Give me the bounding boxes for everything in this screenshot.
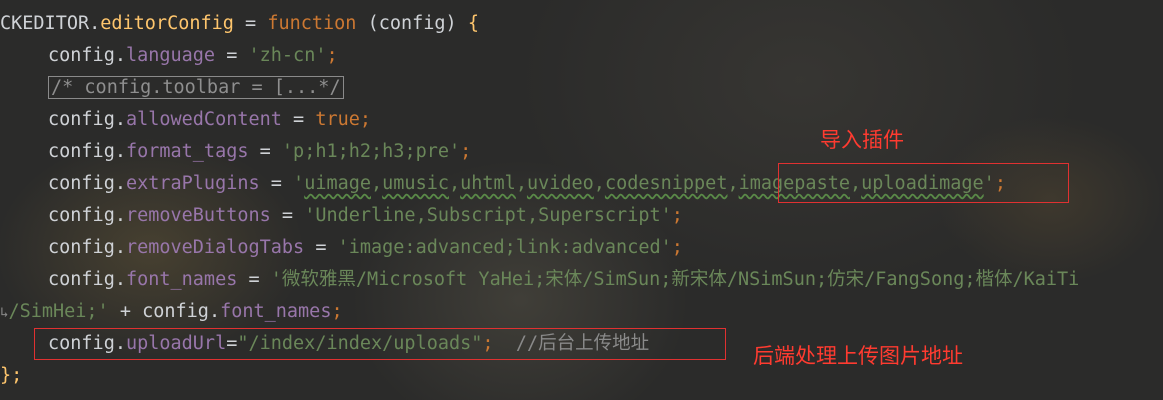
semicolon: ; (326, 45, 338, 66)
operator: = (248, 141, 282, 162)
block-comment: /* config.toolbar = [...*/ (48, 76, 344, 99)
comma: , (727, 173, 739, 194)
semicolon: ; (671, 237, 683, 258)
string-value: 'Underline,Subscript,Superscript' (304, 205, 672, 226)
property-name: language (125, 45, 216, 66)
object-name: config (48, 45, 115, 66)
operator: = (233, 13, 268, 34)
object-name: config (48, 109, 115, 130)
code-line-1: CKEDITOR.editorConfig = function (config… (0, 8, 479, 40)
property-name: format_tags (125, 141, 249, 162)
property-name: extraPlugins (125, 173, 260, 194)
operator: = (281, 109, 316, 130)
property-name: removeButtons (125, 205, 271, 226)
semicolon: ; (359, 109, 372, 130)
object-name: config (48, 269, 115, 290)
object-name: config (48, 173, 115, 194)
object-name: CKEDITOR (0, 13, 90, 34)
comma: , (515, 173, 527, 194)
semicolon: ; (460, 141, 472, 162)
plugin-uhtml: uhtml (460, 173, 516, 194)
code-line-10: ↳/SimHei;' + config.font_names; (0, 301, 343, 322)
code-line-7: config.removeButtons = 'Underline,Subscr… (48, 205, 683, 226)
comma: , (371, 173, 383, 194)
operator: + (108, 301, 143, 322)
keyword: function (267, 13, 357, 34)
operator: = (259, 173, 294, 194)
property-name: editorConfig (100, 13, 234, 34)
object-name: config (48, 205, 115, 226)
plugin-umusic: umusic (382, 173, 449, 194)
keyword: true (315, 109, 360, 130)
code-editor[interactable]: CKEDITOR.editorConfig = function (config… (0, 0, 1163, 400)
params: (config) (356, 13, 468, 34)
object-name: config (142, 301, 209, 322)
code-line-4: config.allowedContent = true; (48, 109, 372, 130)
object-name: config (48, 237, 115, 258)
operator: = (215, 45, 249, 66)
code-line-3: /* config.toolbar = [...*/ (0, 72, 344, 104)
dot: . (89, 13, 101, 34)
comma: , (448, 173, 461, 194)
code-line-9: config.font_names = '微软雅黑/Microsoft YaHe… (48, 269, 1080, 290)
property-name: font_names (125, 269, 238, 290)
plugin-codesnippet: codesnippet (604, 173, 728, 194)
property-name: allowedContent (125, 109, 282, 130)
string-value: '微软雅黑/Microsoft YaHei;宋体/SimSun;新宋体/NSim… (270, 269, 1080, 290)
plugins-highlight-box (778, 163, 1069, 203)
code-line-12: }; (0, 360, 22, 392)
operator: = (270, 205, 305, 226)
code-line-5: config.format_tags = 'p;h1;h2;h3;pre'; (48, 141, 472, 162)
comma: , (593, 173, 605, 194)
closing-brace: }; (0, 365, 23, 386)
brace: { (467, 13, 479, 34)
code-line-8: config.removeDialogTabs = 'image:advance… (48, 237, 683, 258)
string-value: 'p;h1;h2;h3;pre' (281, 141, 461, 162)
semicolon: ; (331, 301, 343, 322)
plugin-uvideo: uvideo (526, 173, 594, 194)
plugins-annotation: 导入插件 (820, 128, 904, 152)
operator: = (237, 269, 271, 290)
operator: = (304, 237, 338, 258)
property-name: font_names (220, 301, 332, 322)
upload-url-highlight-box (34, 328, 726, 360)
string-value: 'zh-cn' (248, 45, 327, 66)
object-name: config (48, 141, 115, 162)
string-value: 'image:advanced;link:advanced' (337, 237, 672, 258)
plugin-uimage: uimage (304, 173, 372, 194)
semicolon: ; (671, 205, 683, 226)
code-line-2: config.language = 'zh-cn'; (48, 45, 338, 66)
upload-annotation: 后端处理上传图片地址 (753, 344, 963, 368)
quote: ' (293, 173, 305, 194)
string-value: /SimHei;' (8, 301, 109, 322)
property-name: removeDialogTabs (125, 237, 305, 258)
